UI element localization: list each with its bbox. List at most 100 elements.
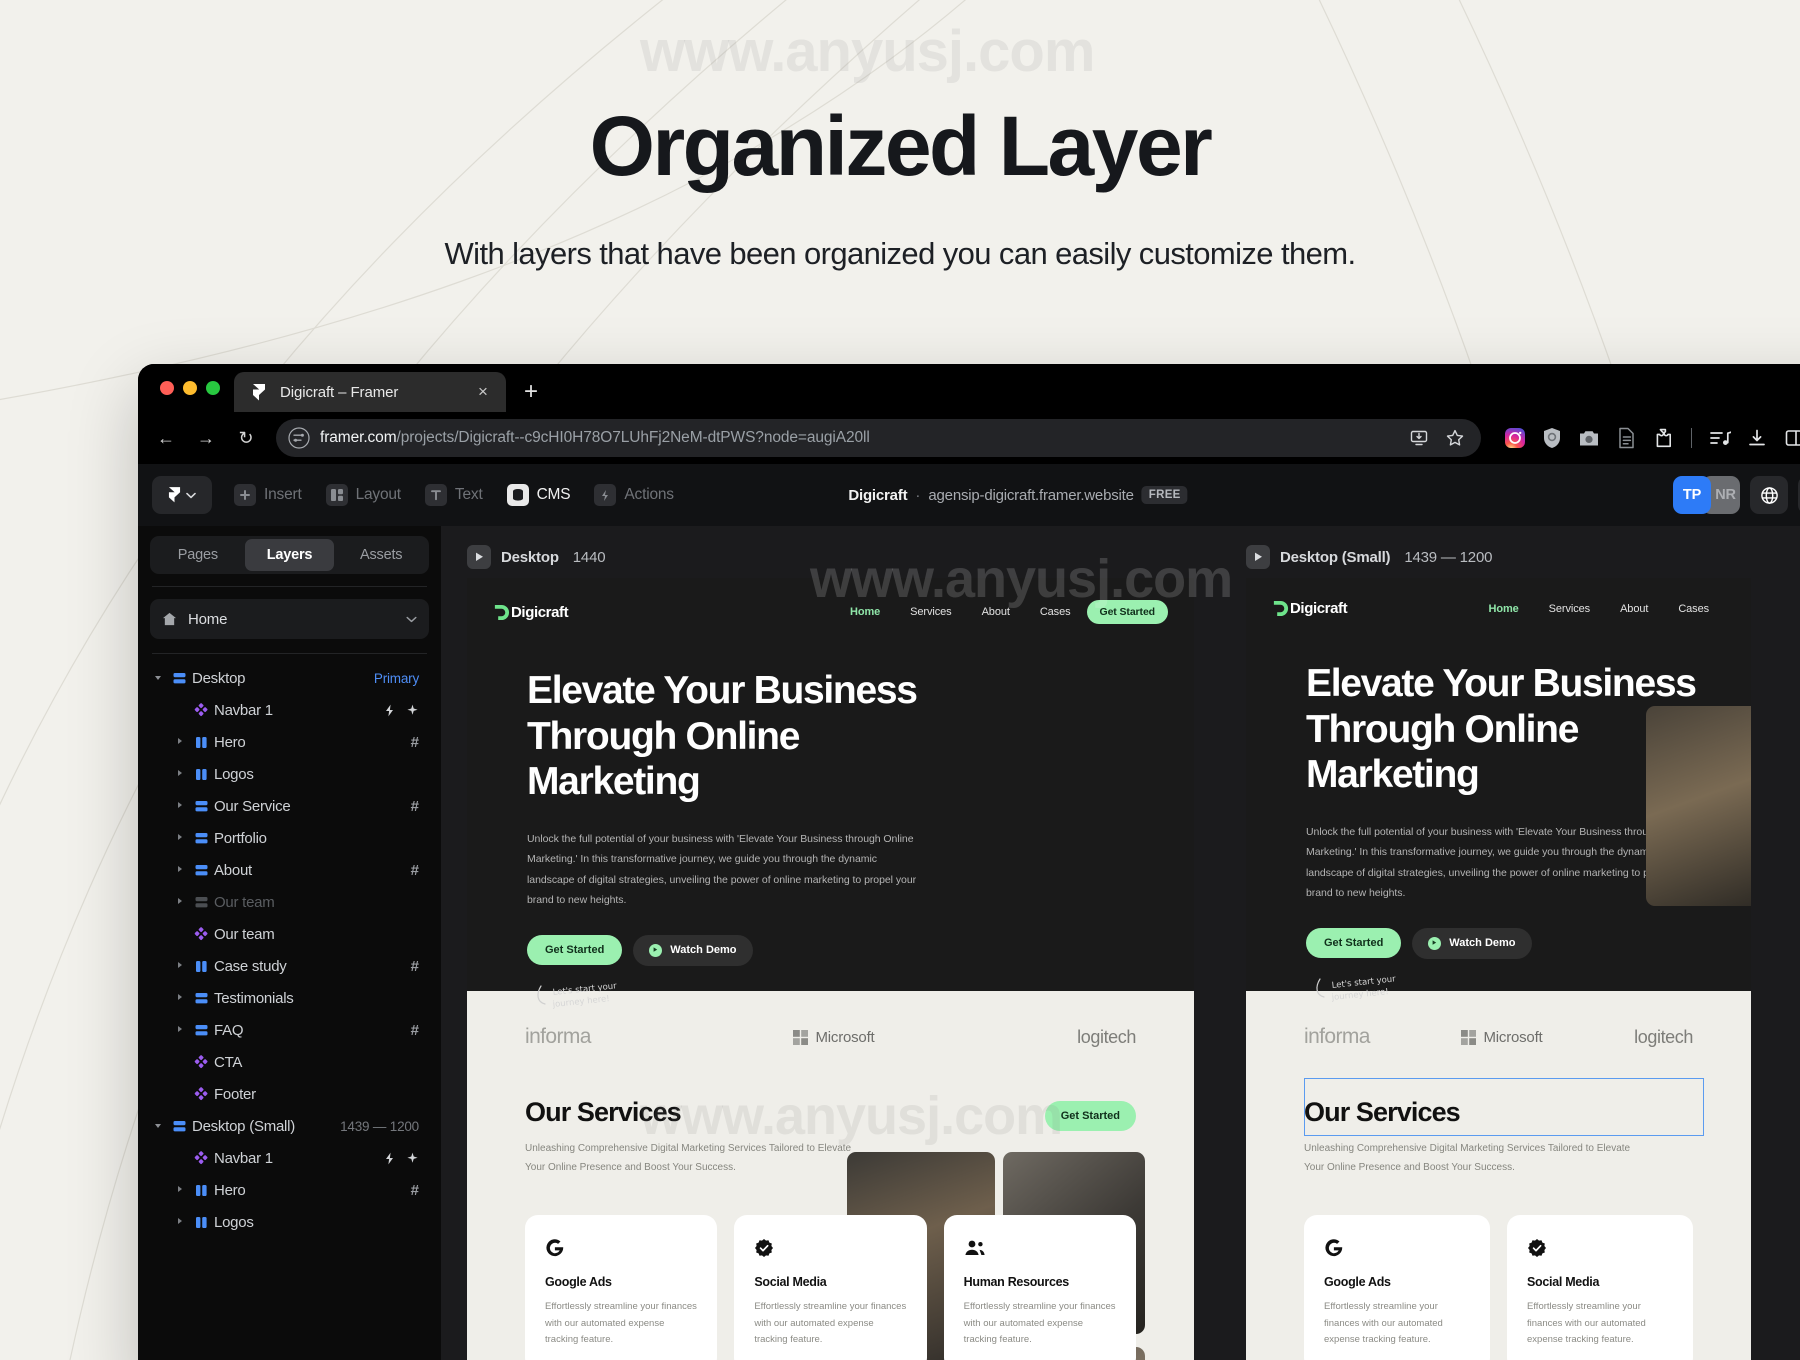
sparkle-icon[interactable] [406,704,419,717]
site-navbar[interactable]: Digicraft Home Services About Cases Get … [467,578,1194,624]
layer-row[interactable]: Portfolio [150,822,429,854]
puzzle-extensions-icon[interactable] [1651,426,1675,450]
anchor-hash-icon[interactable]: # [411,1022,419,1039]
services-section-small[interactable]: Our Services Unleashing Comprehensive Di… [1246,1049,1751,1360]
sparkle-icon[interactable] [406,1152,419,1165]
service-card-social-media[interactable]: Social Media Effortlessly streamline you… [1507,1215,1693,1360]
forward-button[interactable]: → [188,420,224,456]
layer-caret-icon[interactable] [150,1121,166,1131]
service-card-social-media[interactable]: Social Media Effortlessly streamline you… [734,1215,927,1360]
artboard-desktop-small[interactable]: Digicraft Home Services About Cases Elev… [1246,578,1751,1360]
framer-menu-button[interactable] [152,476,212,514]
layer-row[interactable]: Logos [150,1206,429,1238]
anchor-hash-icon[interactable]: # [411,958,419,975]
tune-icon[interactable] [288,427,310,449]
play-icon[interactable] [1246,545,1270,569]
camera-extension-icon[interactable] [1577,426,1601,450]
anchor-hash-icon[interactable]: # [411,734,419,751]
bolt-icon[interactable] [384,1152,395,1165]
cms-tool[interactable]: CMS [495,476,583,514]
layer-caret-icon[interactable] [172,961,188,971]
layer-caret-icon[interactable] [172,865,188,875]
page-selector[interactable]: Home [150,599,429,639]
layer-row[interactable]: CTA [150,1046,429,1078]
layer-row[interactable]: Testimonials [150,982,429,1014]
anchor-hash-icon[interactable]: # [411,798,419,815]
framer-canvas[interactable]: Desktop 1440 Desktop (Small) 1439 — 1200 [441,526,1800,1360]
services-cta-button[interactable]: Get Started [1044,1101,1136,1131]
close-tab-button[interactable]: × [472,382,494,402]
hero-watch-demo-button[interactable]: Watch Demo [633,934,753,966]
layer-caret-icon[interactable] [150,673,166,683]
tab-assets[interactable]: Assets [336,539,426,571]
install-app-icon[interactable] [1407,426,1431,450]
layer-caret-icon[interactable] [172,1217,188,1227]
shield-extension-icon[interactable] [1540,426,1564,450]
layer-row[interactable]: Hero # [150,1174,429,1206]
playlist-icon[interactable] [1708,426,1732,450]
nav-link-services[interactable]: Services [1549,603,1590,615]
star-icon[interactable] [1443,426,1467,450]
site-logo[interactable]: Digicraft [1272,600,1348,617]
site-logo[interactable]: Digicraft [493,604,569,621]
hero-section-small[interactable]: Digicraft Home Services About Cases Elev… [1246,578,1751,1003]
layer-caret-icon[interactable] [172,769,188,779]
bolt-icon[interactable] [384,704,395,717]
reload-button[interactable]: ↻ [228,420,264,456]
nav-link-home[interactable]: Home [1489,603,1519,615]
layer-row[interactable]: Hero # [150,726,429,758]
site-navbar-small[interactable]: Digicraft Home Services About Cases [1246,578,1751,617]
anchor-hash-icon[interactable]: # [411,1182,419,1199]
document-extension-icon[interactable] [1614,426,1638,450]
layer-caret-icon[interactable] [172,801,188,811]
nav-link-home[interactable]: Home [850,606,880,618]
layer-row[interactable]: Desktop Primary [150,662,429,694]
hero-get-started-button[interactable]: Get Started [1306,928,1402,959]
close-window-button[interactable] [160,381,174,395]
frame-label-desktop-small[interactable]: Desktop (Small) 1439 — 1200 [1246,545,1492,569]
layer-row[interactable]: Logos [150,758,429,790]
hero-section[interactable]: Digicraft Home Services About Cases Get … [467,578,1194,1360]
layout-tool[interactable]: Layout [314,476,413,514]
layer-row[interactable]: Navbar 1 [150,1142,429,1174]
layer-caret-icon[interactable] [172,993,188,1003]
project-domain[interactable]: agensip-digicraft.framer.website [928,487,1134,504]
maximize-window-button[interactable] [206,381,220,395]
minimize-window-button[interactable] [183,381,197,395]
layer-row[interactable]: Case study # [150,950,429,982]
layer-row[interactable]: FAQ # [150,1014,429,1046]
layer-row[interactable]: Our Service # [150,790,429,822]
layer-row[interactable]: Our team [150,918,429,950]
frame-label-desktop[interactable]: Desktop 1440 [467,545,606,569]
avatar-tp[interactable]: TP [1673,476,1711,514]
nav-link-about[interactable]: About [1620,603,1648,615]
layer-caret-icon[interactable] [172,897,188,907]
play-icon[interactable] [467,545,491,569]
globe-button[interactable] [1750,476,1788,514]
layer-caret-icon[interactable] [172,1185,188,1195]
instagram-extension-icon[interactable] [1503,426,1527,450]
new-tab-button[interactable]: + [506,380,556,412]
navbar-cta-button[interactable]: Get Started [1086,600,1168,624]
actions-tool[interactable]: Actions [582,476,685,514]
layer-row[interactable]: Navbar 1 [150,694,429,726]
hero-watch-demo-button[interactable]: Watch Demo [1412,927,1532,959]
insert-tool[interactable]: Insert [222,476,314,514]
service-card-google-ads[interactable]: Google Ads Effortlessly streamline your … [525,1215,718,1360]
nav-link-cases[interactable]: Cases [1040,606,1071,618]
side-panel-icon[interactable] [1782,426,1800,450]
nav-link-about[interactable]: About [982,606,1010,618]
layer-row[interactable]: About # [150,854,429,886]
back-button[interactable]: ← [148,420,184,456]
nav-link-services[interactable]: Services [910,606,951,618]
nav-link-cases[interactable]: Cases [1678,603,1709,615]
artboard-desktop[interactable]: Digicraft Home Services About Cases Get … [467,578,1194,1360]
browser-tab[interactable]: Digicraft – Framer × [234,372,506,412]
layer-caret-icon[interactable] [172,833,188,843]
text-tool[interactable]: Text [413,476,495,514]
hero-get-started-button[interactable]: Get Started [527,935,623,966]
service-card-google-ads[interactable]: Google Ads Effortlessly streamline your … [1304,1215,1490,1360]
address-bar[interactable]: framer.com/projects/Digicraft--c9cHI0H78… [276,419,1481,457]
tab-pages[interactable]: Pages [153,539,243,571]
layer-row[interactable]: Our team [150,886,429,918]
